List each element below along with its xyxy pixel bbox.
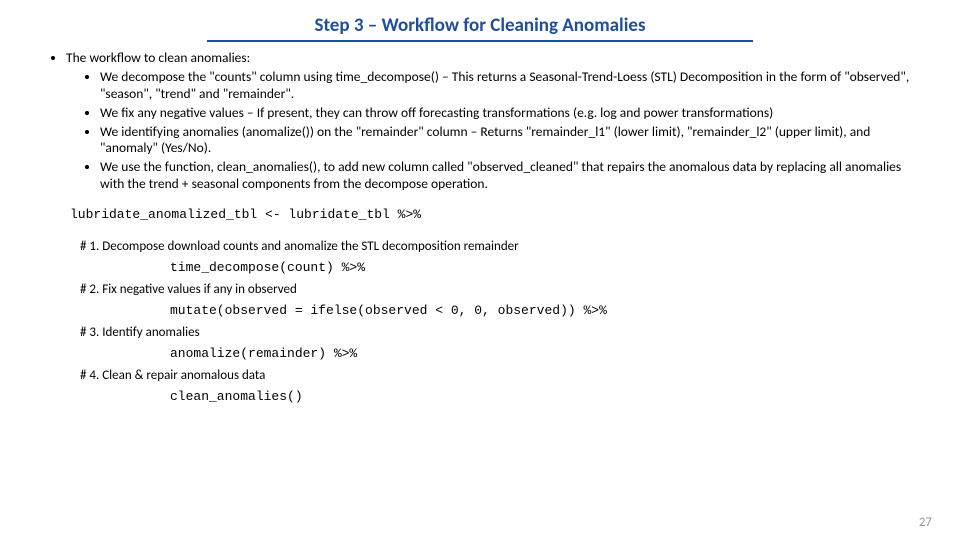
page-number: 27 [919,515,932,530]
step-code: mutate(observed = ifelse(observed < 0, 0… [170,300,920,321]
sub-bullet: We use the function, clean_anomalies(), … [100,159,920,193]
code-steps: # 1. Decompose download counts and anoma… [80,236,920,408]
step-comment: # 1. Decompose download counts and anoma… [80,236,920,257]
slide-title: Step 3 – Workflow for Cleaning Anomalies [207,14,753,42]
step-comment: # 2. Fix negative values if any in obser… [80,279,920,300]
step-comment: # 4. Clean & repair anomalous data [80,365,920,386]
main-bullet-text: The workflow to clean anomalies: [66,49,250,66]
bullet-list: The workflow to clean anomalies: We deco… [40,50,920,193]
main-bullet: The workflow to clean anomalies: We deco… [66,50,920,193]
code-assignment: lubridate_anomalized_tbl <- lubridate_tb… [70,207,920,222]
step-code: clean_anomalies() [170,386,920,407]
step-comment: # 3. Identify anomalies [80,322,920,343]
sub-bullet: We identifying anomalies (anomalize()) o… [100,124,920,158]
sub-bullet: We fix any negative values – If present,… [100,105,920,122]
step-code: time_decompose(count) %>% [170,257,920,278]
step-code: anomalize(remainder) %>% [170,343,920,364]
sub-bullet: We decompose the "counts" column using t… [100,69,920,103]
